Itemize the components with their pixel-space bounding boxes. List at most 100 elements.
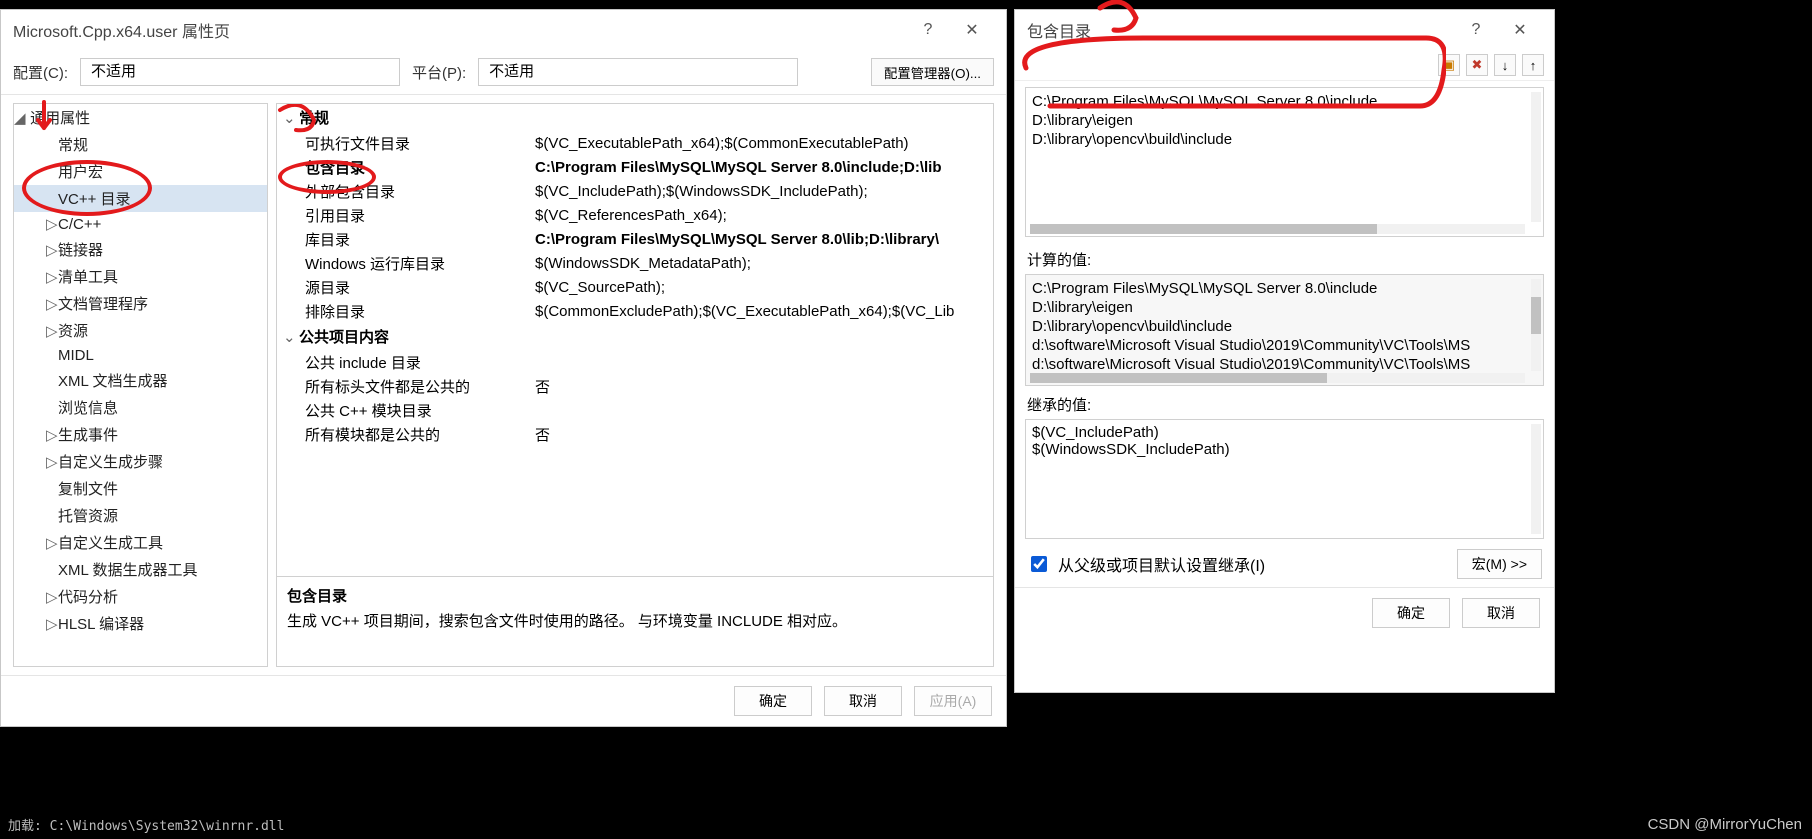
tree-item[interactable]: 托管资源 [14,502,267,529]
apply-button[interactable]: 应用(A) [914,686,992,716]
list-item[interactable]: C:\Program Files\MySQL\MySQL Server 8.0\… [1032,92,1537,111]
property-row[interactable]: 排除目录$(CommonExcludePath);$(VC_Executable… [277,299,993,323]
expand-icon[interactable]: ▷ [46,268,58,286]
tree-item[interactable]: ▷生成事件 [14,421,267,448]
property-value[interactable]: $(VC_ReferencesPath_x64); [535,207,993,224]
tree-item[interactable]: ▷自定义生成步骤 [14,448,267,475]
delete-icon[interactable]: ✖ [1466,54,1488,76]
property-value[interactable]: $(VC_ExecutablePath_x64);$(CommonExecuta… [535,135,993,152]
tree-item[interactable]: ▷代码分析 [14,583,267,610]
expand-icon[interactable]: ▷ [46,453,58,471]
property-value[interactable]: $(WindowsSDK_MetadataPath); [535,255,993,272]
property-row[interactable]: 公共 include 目录 [277,350,993,374]
category-public[interactable]: ⌄ 公共项目内容 [277,323,993,350]
tree-item[interactable]: XML 数据生成器工具 [14,556,267,583]
list-item[interactable]: C:\Program Files\MySQL\MySQL Server 8.0\… [1032,279,1537,298]
property-row[interactable]: 所有标头文件都是公共的否 [277,374,993,398]
expand-icon[interactable]: ▷ [46,215,58,233]
tree-item[interactable]: XML 文档生成器 [14,367,267,394]
tree-item[interactable]: ▷链接器 [14,236,267,263]
cancel-button[interactable]: 取消 [1462,598,1540,628]
collapse-icon[interactable]: ⌄ [283,109,299,127]
expand-icon[interactable]: ▷ [46,615,58,633]
tree-item[interactable]: VC++ 目录 [14,185,267,212]
property-row[interactable]: 外部包含目录$(VC_IncludePath);$(WindowsSDK_Inc… [277,179,993,203]
property-page-window: Microsoft.Cpp.x64.user 属性页 ? ✕ 配置(C): 不适… [0,9,1007,727]
help-icon[interactable]: ? [1454,21,1498,39]
property-name: 包含目录 [277,157,535,178]
list-item[interactable]: $(WindowsSDK_IncludePath) [1032,441,1537,458]
macros-button[interactable]: 宏(M) >> [1457,549,1542,579]
ok-button[interactable]: 确定 [734,686,812,716]
move-up-icon[interactable]: ↑ [1522,54,1544,76]
property-row[interactable]: 引用目录$(VC_ReferencesPath_x64); [277,203,993,227]
tree-item[interactable]: ▷文档管理程序 [14,290,267,317]
list-item[interactable]: $(VC_IncludePath) [1032,424,1537,441]
property-value[interactable]: C:\Program Files\MySQL\MySQL Server 8.0\… [535,159,993,176]
expand-icon[interactable]: ▷ [46,295,58,313]
property-row[interactable]: 所有模块都是公共的否 [277,422,993,446]
property-row[interactable]: 包含目录C:\Program Files\MySQL\MySQL Server … [277,155,993,179]
tree-item[interactable]: ▷HLSL 编译器 [14,610,267,637]
collapse-icon[interactable]: ◢ [14,109,26,127]
ok-button[interactable]: 确定 [1372,598,1450,628]
property-value[interactable]: $(VC_SourcePath); [535,279,993,296]
tree-item[interactable]: 复制文件 [14,475,267,502]
expand-icon[interactable]: ▷ [46,534,58,552]
computed-label: 计算的值: [1015,243,1554,272]
property-value[interactable]: 否 [535,424,993,445]
category-tree[interactable]: ◢ 通用属性 常规用户宏VC++ 目录▷C/C++▷链接器▷清单工具▷文档管理程… [13,103,268,667]
expand-icon[interactable]: ▷ [46,588,58,606]
cancel-button[interactable]: 取消 [824,686,902,716]
property-row[interactable]: 公共 C++ 模块目录 [277,398,993,422]
move-down-icon[interactable]: ↓ [1494,54,1516,76]
list-item[interactable]: D:\library\eigen [1032,111,1537,130]
inherit-checkbox[interactable] [1031,556,1047,572]
expand-icon[interactable]: ▷ [46,322,58,340]
tree-root[interactable]: ◢ 通用属性 [14,104,267,131]
property-row[interactable]: Windows 运行库目录$(WindowsSDK_MetadataPath); [277,251,993,275]
property-value[interactable]: $(CommonExcludePath);$(VC_ExecutablePath… [535,303,993,320]
expand-icon[interactable]: ▷ [46,241,58,259]
tree-item[interactable]: ▷资源 [14,317,267,344]
paths-listbox[interactable]: C:\Program Files\MySQL\MySQL Server 8.0\… [1025,87,1544,237]
property-row[interactable]: 源目录$(VC_SourcePath); [277,275,993,299]
tree-item[interactable]: 常规 [14,131,267,158]
property-name: Windows 运行库目录 [277,253,535,274]
property-value[interactable]: $(VC_IncludePath);$(WindowsSDK_IncludePa… [535,183,993,200]
list-item[interactable]: D:\library\opencv\build\include [1032,130,1537,149]
tree-item[interactable]: ▷C/C++ [14,212,267,236]
dialog-titlebar[interactable]: 包含目录 ? ✕ [1015,10,1554,50]
config-combo[interactable]: 不适用 [80,58,400,86]
help-icon[interactable]: ? [906,21,950,39]
close-icon[interactable]: ✕ [950,20,994,40]
platform-combo[interactable]: 不适用 [478,58,798,86]
expand-icon[interactable]: ▷ [46,426,58,444]
v-scrollbar[interactable] [1531,424,1541,534]
list-item[interactable]: D:\library\eigen [1032,298,1537,317]
tree-item[interactable]: ▷自定义生成工具 [14,529,267,556]
list-item[interactable]: D:\library\opencv\build\include [1032,317,1537,336]
property-value[interactable]: 否 [535,376,993,397]
titlebar[interactable]: Microsoft.Cpp.x64.user 属性页 ? ✕ [1,10,1006,50]
property-row[interactable]: 可执行文件目录$(VC_ExecutablePath_x64);$(Common… [277,131,993,155]
category-general[interactable]: ⌄ 常规 [277,104,993,131]
tree-item[interactable]: MIDL [14,344,267,367]
inherit-row: 从父级或项目默认设置继承(I) 宏(M) >> [1015,541,1554,587]
v-scrollbar[interactable] [1531,279,1541,371]
collapse-icon[interactable]: ⌄ [283,328,299,346]
property-row[interactable]: 库目录C:\Program Files\MySQL\MySQL Server 8… [277,227,993,251]
v-scrollbar[interactable] [1531,92,1541,222]
h-scrollbar[interactable] [1030,224,1525,234]
list-item[interactable]: d:\software\Microsoft Visual Studio\2019… [1032,336,1537,355]
h-scrollbar[interactable] [1030,373,1525,383]
list-toolbar: ▣ ✖ ↓ ↑ [1015,50,1554,81]
new-folder-icon[interactable]: ▣ [1438,54,1460,76]
close-icon[interactable]: ✕ [1498,20,1542,40]
tree-item[interactable]: ▷清单工具 [14,263,267,290]
property-value[interactable]: C:\Program Files\MySQL\MySQL Server 8.0\… [535,231,993,248]
config-manager-button[interactable]: 配置管理器(O)... [871,58,994,86]
tree-item[interactable]: 浏览信息 [14,394,267,421]
list-item[interactable]: d:\software\Microsoft Visual Studio\2019… [1032,355,1537,374]
tree-item[interactable]: 用户宏 [14,158,267,185]
